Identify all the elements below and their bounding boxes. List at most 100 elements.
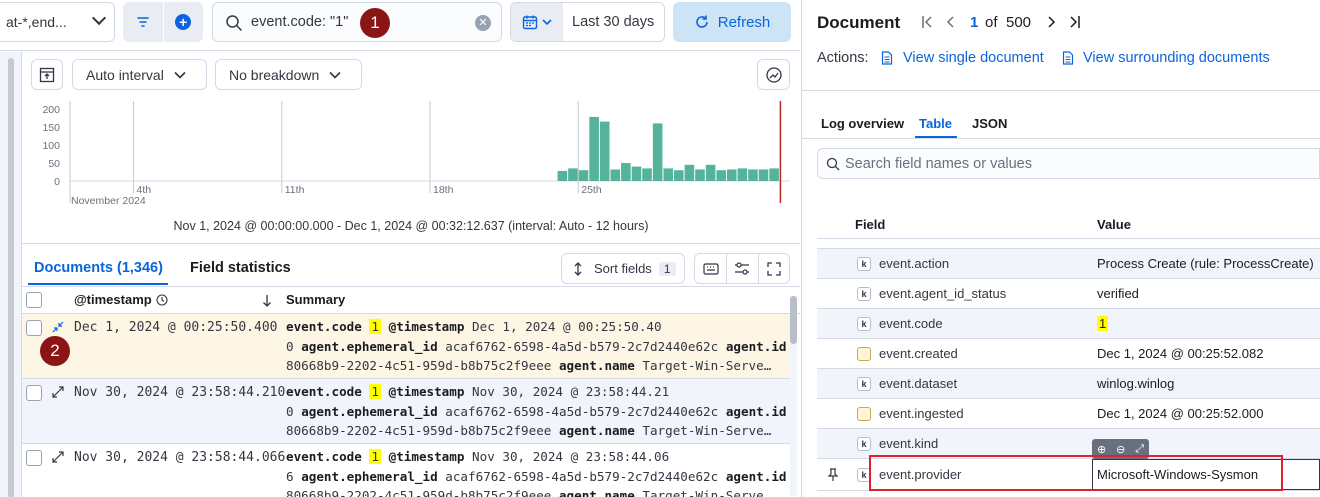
field-name: event.kind xyxy=(879,436,939,451)
collapse-icon[interactable] xyxy=(52,321,64,333)
table-row[interactable]: Nov 30, 2024 @ 23:58:44.210 event.code 1… xyxy=(22,379,790,444)
tab-field-statistics[interactable]: Field statistics xyxy=(190,260,291,276)
chart-options-button[interactable] xyxy=(757,59,790,90)
table-row[interactable]: Nov 30, 2024 @ 23:58:44.066 event.code 1… xyxy=(22,444,790,497)
quick-select-button[interactable] xyxy=(511,3,563,41)
scrollbar-thumb[interactable] xyxy=(8,58,14,497)
x-tick-label: 25th xyxy=(581,184,602,196)
select-all-checkbox[interactable] xyxy=(26,292,42,308)
field-row[interactable]: k event.code 1 xyxy=(817,309,1320,339)
interval-label: Auto interval xyxy=(86,66,164,83)
tab-json[interactable]: JSON xyxy=(972,116,1007,131)
fullscreen-button[interactable] xyxy=(757,254,789,283)
histogram-bar xyxy=(631,166,642,181)
date-range-label: Last 30 days xyxy=(572,14,655,30)
row-timestamp: Nov 30, 2024 @ 23:58:44.066 xyxy=(74,450,286,465)
chart-options-icon xyxy=(765,66,782,83)
grid-scrollbar[interactable] xyxy=(790,296,797,496)
data-view-selector[interactable]: at-*,end... xyxy=(0,2,115,42)
interval-selector[interactable]: Auto interval xyxy=(72,59,207,90)
next-page-icon[interactable] xyxy=(1047,15,1057,29)
fullscreen-icon xyxy=(767,261,781,276)
tab-log-overview[interactable]: Log overview xyxy=(821,116,904,131)
query-input[interactable]: event.code: "1" 1 ✕ xyxy=(212,2,502,42)
column-header-timestamp[interactable]: @timestamp xyxy=(74,292,168,307)
row-timestamp: Nov 30, 2024 @ 23:58:44.210 xyxy=(74,385,286,400)
field-row[interactable]: event.created Dec 1, 2024 @ 00:25:52.082 xyxy=(817,339,1320,369)
view-surrounding-documents-link[interactable]: View surrounding documents xyxy=(1083,50,1270,66)
toggle-histogram-button[interactable] xyxy=(31,59,63,90)
add-filter-button[interactable]: + xyxy=(162,2,204,42)
histogram-bar xyxy=(726,169,737,181)
row-checkbox[interactable] xyxy=(26,320,42,336)
sort-icon xyxy=(574,261,582,276)
histogram-bar xyxy=(621,163,631,181)
column-header-value: Value xyxy=(1097,217,1131,232)
tab-table[interactable]: Table xyxy=(919,116,952,131)
keyword-type-icon: k xyxy=(857,256,871,271)
sort-fields-button[interactable]: Sort fields 1 xyxy=(561,253,685,284)
filter-for-icon[interactable]: ⊕ xyxy=(1097,443,1106,456)
total-pages: 500 xyxy=(1006,14,1032,31)
refresh-icon xyxy=(695,15,708,28)
view-single-document-link[interactable]: View single document xyxy=(903,50,1044,66)
divider xyxy=(22,243,800,244)
keyboard-shortcuts-button[interactable] xyxy=(695,262,726,275)
x-tick-label: 18th xyxy=(433,184,454,196)
breakdown-selector[interactable]: No breakdown xyxy=(215,59,362,90)
field-name: event.action xyxy=(879,256,950,271)
tab-documents[interactable]: Documents (1,346) xyxy=(34,260,163,276)
clear-query-icon[interactable]: ✕ xyxy=(475,15,491,31)
refresh-button[interactable]: Refresh xyxy=(673,2,791,42)
row-summary: event.code 1 @timestamp Nov 30, 2024 @ 2… xyxy=(286,449,786,497)
field-row[interactable]: k event.dataset winlog.winlog xyxy=(817,369,1320,399)
row-summary: event.code 1 @timestamp Nov 30, 2024 @ 2… xyxy=(286,384,786,438)
date-picker[interactable]: Last 30 days xyxy=(510,2,665,42)
pin-icon[interactable] xyxy=(827,467,839,482)
scrollbar-thumb[interactable] xyxy=(790,296,797,344)
row-checkbox[interactable] xyxy=(26,450,42,466)
histogram-bar xyxy=(684,164,695,181)
sort-descending-icon[interactable] xyxy=(262,294,272,307)
field-row[interactable]: k event.agent_id_status verified xyxy=(817,279,1320,309)
y-tick-label: 100 xyxy=(42,140,60,152)
field-name: event.created xyxy=(879,346,958,361)
y-tick-label: 150 xyxy=(42,122,60,134)
expand-icon[interactable] xyxy=(52,451,64,463)
field-row[interactable]: event.ingested Dec 1, 2024 @ 00:25:52.00… xyxy=(817,399,1320,429)
display-settings-button[interactable] xyxy=(726,254,757,283)
search-icon xyxy=(226,15,243,32)
filter-menu-button[interactable] xyxy=(123,2,163,42)
column-header-summary[interactable]: Summary xyxy=(286,292,345,307)
field-name: event.agent_id_status xyxy=(879,286,1007,301)
previous-page-icon[interactable] xyxy=(945,15,955,29)
field-search-input[interactable]: Search field names or values xyxy=(817,148,1320,179)
y-tick-label: 0 xyxy=(54,176,60,188)
histogram-bar xyxy=(758,169,769,181)
last-page-icon[interactable] xyxy=(1069,15,1081,29)
histogram-chart[interactable]: 2001501005004th 11th 18th 25thNovember 2024 xyxy=(22,95,800,215)
filter-out-icon[interactable]: ⊖ xyxy=(1116,443,1125,456)
expand-icon[interactable] xyxy=(52,386,64,398)
filter-button-group: + xyxy=(123,2,203,42)
page-of-label: of xyxy=(985,14,998,31)
histogram-bar xyxy=(589,116,599,181)
y-tick-label: 200 xyxy=(42,104,60,116)
sidebar-collapse-strip[interactable] xyxy=(0,52,22,497)
first-page-icon[interactable] xyxy=(921,15,933,29)
histogram-bar xyxy=(568,168,578,181)
expand-cell-icon[interactable]: ⤢ xyxy=(1135,443,1144,456)
row-checkbox[interactable] xyxy=(26,385,42,401)
sort-fields-label: Sort fields xyxy=(594,261,652,276)
table-row[interactable]: 2 Dec 1, 2024 @ 00:25:50.400 event.code … xyxy=(22,314,790,379)
histogram-bar xyxy=(748,169,758,181)
current-page[interactable]: 1 xyxy=(970,14,978,31)
field-value: Dec 1, 2024 @ 00:25:52.082 xyxy=(1097,346,1264,361)
chevron-down-icon xyxy=(91,10,107,26)
field-row[interactable]: k event.action Process Create (rule: Pro… xyxy=(817,249,1320,279)
histogram-bar xyxy=(705,164,716,181)
histogram-bar xyxy=(716,170,726,181)
document-icon xyxy=(881,51,893,65)
filter-icon xyxy=(136,17,149,27)
breakdown-label: No breakdown xyxy=(229,66,320,83)
